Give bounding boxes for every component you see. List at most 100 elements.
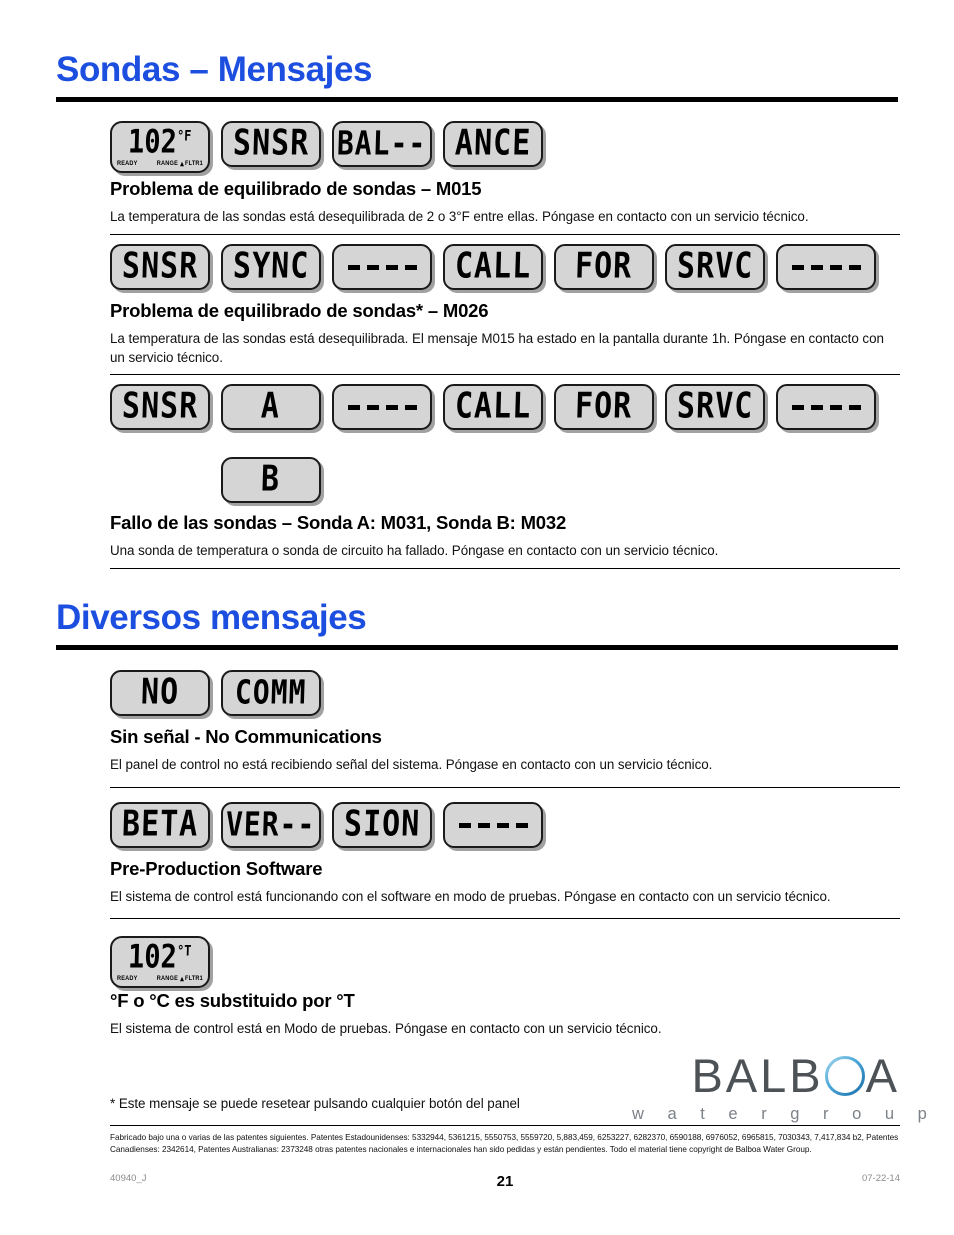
lcd-text: SNSR: [121, 385, 199, 428]
triangle-up-icon: [179, 976, 184, 982]
section-title-sondas: Sondas – Mensajes: [56, 50, 373, 89]
section-sondas: Sondas – Mensajes: [56, 50, 898, 102]
item-divider: [110, 787, 900, 788]
item-m015: Problema de equilibrado de sondas – M015…: [110, 178, 900, 226]
lcd-display: SYNC: [221, 244, 321, 290]
lcd-display: FOR: [554, 384, 654, 430]
item-pre-production: Pre-Production Software El sistema de co…: [110, 858, 900, 906]
item-m031-m032: Fallo de las sondas – Sonda A: M031, Son…: [110, 512, 900, 560]
section-divider: [56, 96, 898, 102]
lcd-dashes-icon: [791, 264, 861, 270]
lcd-text: BAL--: [336, 123, 428, 163]
lcd-display: SNSR: [221, 121, 321, 167]
item-description: El sistema de control está funcionando c…: [110, 889, 831, 905]
indicator-ready: READY: [117, 975, 138, 983]
lcd-display: CALL: [443, 384, 543, 430]
lcd-row-m026: SNSR SYNC CALL FOR SRVC: [110, 244, 876, 290]
lcd-text: VER--: [225, 804, 317, 844]
lcd-row-beta-version: BETA VER-- SION: [110, 802, 543, 848]
lcd-text: COMM: [234, 672, 308, 712]
item-temp-t: °F o °C es substituido por °T El sistema…: [110, 990, 900, 1038]
lcd-display: SNSR: [110, 384, 210, 430]
logo-text-part1: BALB: [691, 1049, 824, 1102]
lcd-row-m031: SNSR A CALL FOR SRVC: [110, 384, 876, 430]
item-description: Una sonda de temperatura o sonda de circ…: [110, 543, 719, 559]
section-divider: [56, 644, 898, 650]
lcd-text: B: [260, 458, 282, 501]
lcd-text: NO: [140, 671, 180, 714]
lcd-display: SNSR: [110, 244, 210, 290]
lcd-row-temp-t: 102°T READY RANGE FLTR1: [110, 936, 210, 988]
item-divider: [110, 234, 900, 235]
item-title: Pre-Production Software: [110, 858, 323, 879]
lcd-indicators: READY RANGE FLTR1: [117, 161, 203, 168]
lcd-display-dashes: [443, 802, 543, 848]
item-title: °F o °C es substituido por °T: [110, 990, 355, 1011]
lcd-dashes-icon: [458, 822, 528, 828]
item-no-comm: Sin señal - No Communications El panel d…: [110, 726, 900, 774]
lcd-text: A: [260, 385, 282, 428]
triangle-up-icon: [179, 161, 184, 167]
lcd-display: B: [221, 457, 321, 503]
lcd-text: BETA: [121, 803, 199, 846]
item-title: Problema de equilibrado de sondas – M015: [110, 178, 482, 199]
item-divider: [110, 374, 900, 375]
lcd-display: ANCE: [443, 121, 543, 167]
logo-tagline: w a t e r g r o u p: [632, 1105, 937, 1123]
indicator-ready: READY: [117, 160, 138, 168]
indicator-range-filter: RANGE FLTR1: [156, 160, 203, 168]
lcd-display-temperature: 102°F READY RANGE FLTR1: [110, 121, 210, 173]
logo-text-part2: A: [865, 1049, 900, 1102]
lcd-text: CALL: [454, 385, 532, 428]
lcd-display: CALL: [443, 244, 543, 290]
lcd-text: ANCE: [454, 122, 532, 165]
lcd-text: SION: [343, 803, 421, 846]
lcd-text: SRVC: [676, 245, 754, 288]
item-m026: Problema de equilibrado de sondas* – M02…: [110, 300, 900, 367]
item-title: Sin señal - No Communications: [110, 726, 382, 747]
lcd-display: A: [221, 384, 321, 430]
lcd-dashes-icon: [347, 264, 417, 270]
lcd-dashes-icon: [791, 404, 861, 410]
item-description: La temperatura de las sondas está desequ…: [110, 209, 809, 225]
footer-divider: [110, 1125, 900, 1126]
lcd-display: SRVC: [665, 384, 765, 430]
lcd-display-temperature: 102°T READY RANGE FLTR1: [110, 936, 210, 988]
lcd-dashes-icon: [347, 404, 417, 410]
logo-wordmark: BALB A: [632, 1052, 900, 1099]
lcd-row-no-comm: NO COMM: [110, 670, 321, 716]
patents-text: Fabricado bajo una o varias de las paten…: [110, 1133, 899, 1154]
lcd-display: BAL--: [332, 121, 432, 167]
lcd-text: SRVC: [676, 385, 754, 428]
section-diversos: Diversos mensajes: [56, 598, 898, 650]
balboa-logo: BALB A w a t e r g r o u p: [632, 1052, 937, 1124]
lcd-display: VER--: [221, 802, 321, 848]
lcd-row-sonda-b: B: [221, 457, 321, 503]
item-description: El panel de control no está recibiendo s…: [110, 757, 713, 773]
item-divider: [110, 918, 900, 919]
lcd-display: SRVC: [665, 244, 765, 290]
lcd-text: SYNC: [232, 245, 310, 288]
item-description: La temperatura de las sondas está desequ…: [110, 331, 884, 366]
water-drop-icon: [824, 1055, 865, 1096]
lcd-text: CALL: [454, 245, 532, 288]
lcd-temp-value: 102°T: [127, 938, 193, 977]
lcd-indicators: READY RANGE FLTR1: [117, 976, 203, 983]
lcd-display-dashes: [776, 244, 876, 290]
lcd-row-m015: 102°F READY RANGE FLTR1 SNSR BAL-- ANCE: [110, 121, 543, 173]
indicator-range-filter: RANGE FLTR1: [156, 975, 203, 983]
lcd-display-dashes: [332, 384, 432, 430]
item-title: Problema de equilibrado de sondas* – M02…: [110, 300, 489, 321]
lcd-display: SION: [332, 802, 432, 848]
lcd-display: BETA: [110, 802, 210, 848]
lcd-display-dashes: [332, 244, 432, 290]
section-title-diversos: Diversos mensajes: [56, 598, 367, 637]
lcd-text: FOR: [574, 245, 634, 288]
lcd-display: NO: [110, 670, 210, 716]
lcd-temp-value: 102°F: [127, 123, 193, 162]
item-description: El sistema de control está en Modo de pr…: [110, 1021, 662, 1037]
item-divider: [110, 568, 900, 569]
lcd-display-dashes: [776, 384, 876, 430]
document-page: Sondas – Mensajes 102°F READY RANGE FLTR…: [0, 0, 954, 1235]
footnote-asterisk: * Este mensaje se puede resetear pulsand…: [110, 1096, 520, 1111]
